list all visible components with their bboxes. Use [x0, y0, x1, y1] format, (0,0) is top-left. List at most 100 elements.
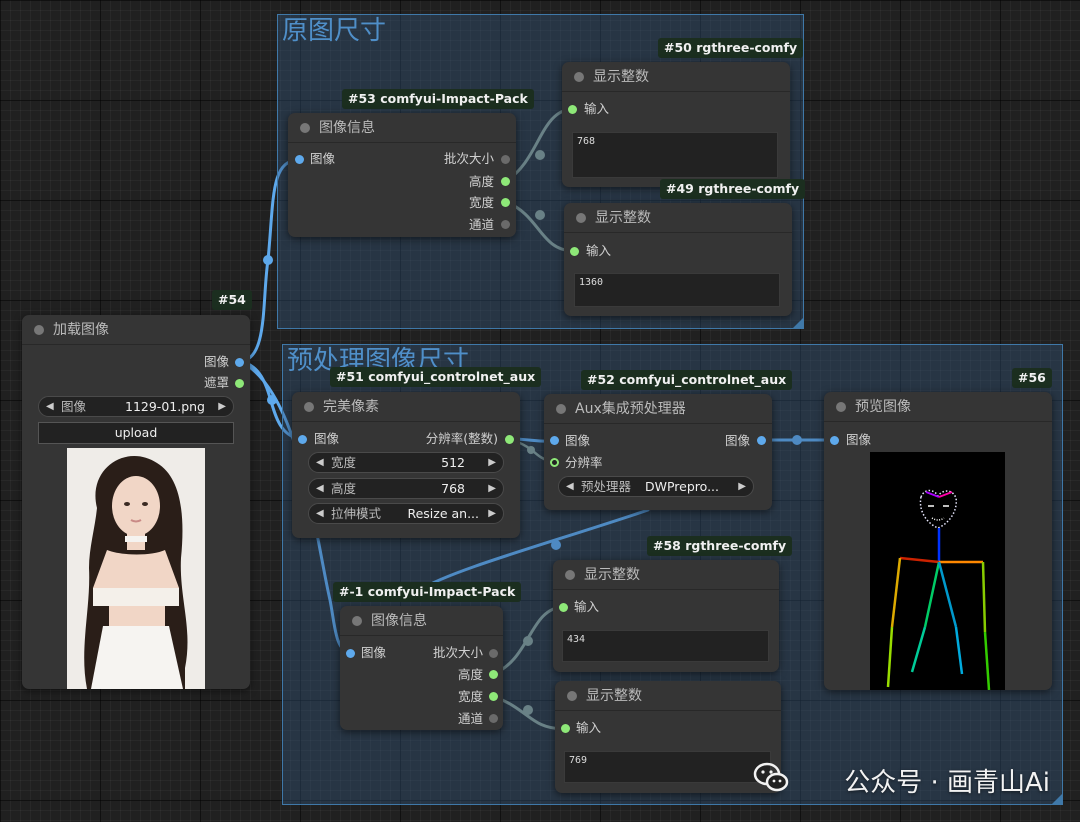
node-image-info-neg1[interactable]: 图像信息 图像 批次大小 高度 宽度 通道 [340, 606, 503, 730]
input-slot-input[interactable] [561, 724, 570, 733]
node-image-info-53[interactable]: 图像信息 图像 批次大小 高度 宽度 通道 [288, 113, 516, 237]
output-slot-batch[interactable] [501, 155, 510, 164]
node-display-int-50[interactable]: 显示整数 输入 768 [562, 62, 790, 187]
input-slot-input[interactable] [570, 247, 579, 256]
value-display-field[interactable]: 768 [572, 132, 778, 178]
decrement-arrow-icon[interactable]: ◀ [46, 397, 54, 416]
value-display-field[interactable]: 434 [562, 630, 769, 662]
output-label-image: 图像 [724, 433, 750, 448]
input-slot-input[interactable] [559, 603, 568, 612]
node-title: Aux集成预处理器 [575, 401, 686, 417]
node-display-int-49[interactable]: 显示整数 输入 1360 [564, 203, 792, 316]
upload-button[interactable]: upload [38, 422, 234, 444]
node-header[interactable]: 预览图像 [824, 392, 1052, 422]
resize-mode-combo[interactable]: ◀ 拉伸模式 Resize an... ▶ [308, 503, 504, 524]
output-slot-image[interactable] [235, 358, 244, 367]
widget-value: 768 [441, 481, 465, 496]
increment-arrow-icon[interactable]: ▶ [488, 453, 496, 472]
widget-label: 预处理器 [581, 479, 632, 494]
node-title: 显示整数 [595, 210, 651, 226]
node-header[interactable]: 图像信息 [288, 113, 516, 143]
output-slot-batch[interactable] [489, 649, 498, 658]
node-header[interactable]: 图像信息 [340, 606, 503, 636]
collapse-toggle-icon[interactable] [304, 402, 314, 412]
decrement-arrow-icon[interactable]: ◀ [316, 479, 324, 498]
node-id-badge: #49 rgthree-comfy [660, 179, 806, 199]
widget-value: 1129-01.png [125, 399, 205, 414]
input-label: 输入 [584, 101, 610, 116]
collapse-toggle-icon[interactable] [567, 691, 577, 701]
input-slot-image[interactable] [830, 436, 839, 445]
increment-arrow-icon[interactable]: ▶ [488, 504, 496, 523]
output-label-resolution: 分辨率(整数) [425, 431, 498, 446]
node-header[interactable]: 加载图像 [22, 315, 250, 345]
collapse-toggle-icon[interactable] [34, 325, 44, 335]
height-number-widget[interactable]: ◀ 高度 768 ▶ [308, 478, 504, 499]
input-slot-image[interactable] [295, 155, 304, 164]
output-slot-image[interactable] [757, 436, 766, 445]
image-select-widget[interactable]: ◀ 图像 1129-01.png ▶ [38, 396, 234, 417]
node-header[interactable]: 显示整数 [562, 62, 790, 92]
node-pixel-perfect[interactable]: 完美像素 图像 分辨率(整数) ◀ 宽度 512 ▶ ◀ 高度 768 ▶ ◀ … [292, 392, 520, 538]
output-slot-resolution[interactable] [505, 435, 514, 444]
decrement-arrow-icon[interactable]: ◀ [316, 504, 324, 523]
increment-arrow-icon[interactable]: ▶ [488, 479, 496, 498]
node-aux-preprocessor[interactable]: Aux集成预处理器 图像 分辨率 图像 ◀ 预处理器 DWPrepro... ▶ [544, 394, 772, 510]
node-title: 显示整数 [584, 567, 640, 583]
node-header[interactable]: 完美像素 [292, 392, 520, 422]
collapse-toggle-icon[interactable] [556, 404, 566, 414]
input-slot-image[interactable] [550, 436, 559, 445]
group-resize-handle[interactable] [1052, 794, 1062, 804]
node-title: 预览图像 [855, 399, 911, 415]
widget-value: DWPrepro... [644, 479, 719, 494]
collapse-toggle-icon[interactable] [565, 570, 575, 580]
widget-value: Resize an... [407, 506, 479, 521]
collapse-toggle-icon[interactable] [576, 213, 586, 223]
value-display-field[interactable]: 1360 [574, 273, 780, 307]
node-header[interactable]: 显示整数 [564, 203, 792, 233]
output-slot-width[interactable] [489, 692, 498, 701]
input-label-image: 图像 [314, 431, 340, 446]
input-slot-image[interactable] [346, 649, 355, 658]
widget-label: 拉伸模式 [331, 506, 382, 521]
output-slot-channels[interactable] [501, 220, 510, 229]
node-id-badge: #-1 comfyui-Impact-Pack [333, 582, 522, 602]
decrement-arrow-icon[interactable]: ◀ [566, 477, 574, 496]
decrement-arrow-icon[interactable]: ◀ [316, 453, 324, 472]
output-slot-channels[interactable] [489, 714, 498, 723]
node-id-badge: #53 comfyui-Impact-Pack [342, 89, 534, 109]
node-preview-image[interactable]: 预览图像 图像 [824, 392, 1052, 690]
node-header[interactable]: 显示整数 [555, 681, 781, 711]
group-resize-handle[interactable] [793, 318, 803, 328]
input-slot-image[interactable] [298, 435, 307, 444]
widget-value: 512 [441, 455, 465, 470]
output-slot-height[interactable] [489, 670, 498, 679]
output-slot-mask[interactable] [235, 379, 244, 388]
collapse-toggle-icon[interactable] [574, 72, 584, 82]
node-title: 图像信息 [319, 120, 375, 136]
preprocessor-combo[interactable]: ◀ 预处理器 DWPrepro... ▶ [558, 476, 754, 497]
collapse-toggle-icon[interactable] [352, 616, 362, 626]
input-label-image: 图像 [565, 433, 591, 448]
input-label-image: 图像 [846, 432, 872, 447]
node-id-badge: #52 comfyui_controlnet_aux [581, 370, 793, 390]
width-number-widget[interactable]: ◀ 宽度 512 ▶ [308, 452, 504, 473]
input-label-image: 图像 [361, 645, 387, 660]
node-load-image[interactable]: 加载图像 图像 遮罩 ◀ 图像 1129-01.png ▶ upload [22, 315, 250, 689]
image-preview-thumbnail [67, 448, 205, 689]
collapse-toggle-icon[interactable] [836, 402, 846, 412]
output-slot-height[interactable] [501, 177, 510, 186]
node-display-int-58[interactable]: 显示整数 输入 434 [553, 560, 779, 672]
widget-label: 图像 [61, 399, 87, 414]
value-display-field[interactable]: 769 [564, 751, 771, 783]
node-display-int-769[interactable]: 显示整数 输入 769 [555, 681, 781, 793]
input-slot-input[interactable] [568, 105, 577, 114]
watermark-text: 公众号 · 画青山Ai [844, 768, 1050, 798]
node-header[interactable]: Aux集成预处理器 [544, 394, 772, 424]
output-slot-width[interactable] [501, 198, 510, 207]
input-slot-resolution[interactable] [550, 458, 559, 467]
increment-arrow-icon[interactable]: ▶ [218, 397, 226, 416]
increment-arrow-icon[interactable]: ▶ [738, 477, 746, 496]
node-header[interactable]: 显示整数 [553, 560, 779, 590]
collapse-toggle-icon[interactable] [300, 123, 310, 133]
